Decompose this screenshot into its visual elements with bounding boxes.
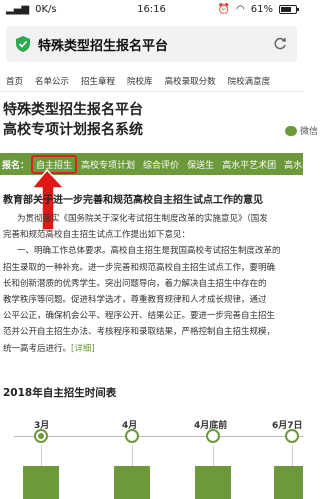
page-title: 特殊类型招生报名平台 [38, 38, 169, 54]
timeline-card[interactable] [23, 466, 59, 499]
timeline-card[interactable] [195, 466, 231, 499]
battery-percent: 61% [250, 4, 273, 15]
refresh-icon[interactable] [273, 37, 287, 51]
article-line: 招生录取的一种补充。进一步完善和规范高校自主招生试点工作，要明确 [3, 262, 276, 273]
nav-item-home[interactable]: 首页 [0, 75, 29, 87]
article-line: 统一高考后进行。[详细] [3, 343, 95, 354]
alarm-icon: ⏰ [217, 4, 231, 15]
nav-item-rules[interactable]: 招生章程 [75, 75, 121, 87]
timeline-label: 6月7日 [272, 421, 303, 431]
wifi-icon: ◠ [236, 4, 245, 15]
timeline-dot [34, 429, 48, 443]
timeline-dot [206, 429, 220, 443]
timeline-stem [41, 445, 42, 467]
battery-icon [279, 5, 299, 14]
category-special-plan[interactable]: 高校专项计划 [77, 158, 139, 171]
article-line: 完善和规范高校自主招生试点工作提出如下意见： [3, 230, 191, 241]
wechat-link[interactable]: 微信 [284, 124, 318, 137]
article-line: 为贯彻落实《国务院关于深化考试招生制度改革的实施意见》（国发 [17, 214, 268, 224]
article-line: 教学秩序等问题。促进科学选才，尊重教育规律和人才成长规律，通过 [3, 295, 267, 306]
nav-item-satisfaction[interactable]: 院校满意度 [222, 75, 277, 87]
timeline-card[interactable] [114, 466, 150, 499]
article-line: 长和创新潜质的优秀学生。突出问题导向，着力解决自主招生中存在的 [3, 278, 267, 289]
timeline-line [14, 436, 303, 437]
article-line: 范并公开自主招生办法、考核程序和录取结果，严格控制自主招生规模， [3, 327, 276, 338]
category-art-troupe[interactable]: 高水平艺术团 [218, 158, 280, 171]
article-line: 一、明确工作总体要求。高校自主招生是我国高校考试招生制度改革的 [17, 246, 281, 257]
detail-link[interactable]: [详细] [71, 344, 95, 354]
address-bar[interactable]: 特殊类型招生报名平台 [6, 26, 297, 62]
article-title[interactable]: 教育部关于进一步完善和规范高校自主招生试点工作的意见 [3, 191, 263, 206]
timeline-card[interactable] [274, 466, 303, 499]
nav-item-scores[interactable]: 高校录取分数 [159, 75, 222, 87]
article-body: 为贯彻落实《国务院关于深化考试招生制度改革的实施意见》（国发 完善和规范高校自主… [3, 211, 320, 357]
category-label: 报名： [2, 160, 30, 171]
status-bar: ▂▄▆ 0K/s 16:16 ⏰ ◠ 61% [0, 0, 303, 20]
top-nav: 首页 名单公示 招生章程 院校库 高校录取分数 院校满意度 [0, 70, 303, 92]
site-title-line1: 特殊类型招生报名平台 [3, 102, 143, 118]
shield-check-icon [16, 36, 30, 52]
status-right: ⏰ ◠ 61% [217, 4, 299, 15]
wechat-label: 微信 [299, 127, 318, 137]
timeline-title: 2018年自主招生时间表 [3, 387, 117, 399]
timeline-stem [292, 445, 293, 467]
timeline-dot [285, 429, 299, 443]
nav-item-colleges[interactable]: 院校库 [121, 75, 159, 87]
timeline-dot [125, 429, 139, 443]
nav-item-list[interactable]: 名单公示 [29, 75, 75, 87]
site-title-line2: 高校专项计划报名系统 [3, 122, 143, 138]
article-line: 公平公正，确保机会公平、程序公开、结果公正。要进一步完善自主招生 [3, 311, 276, 322]
site-title: 特殊类型招生报名平台 高校专项计划报名系统 [3, 100, 143, 140]
timeline-stem [132, 445, 133, 467]
category-comprehensive[interactable]: 综合评价 [139, 158, 183, 171]
category-sports-team[interactable]: 高水平运动队 [280, 158, 303, 171]
wechat-icon [284, 125, 297, 136]
category-recommended[interactable]: 保送生 [183, 158, 218, 171]
timeline-stem [213, 445, 214, 467]
